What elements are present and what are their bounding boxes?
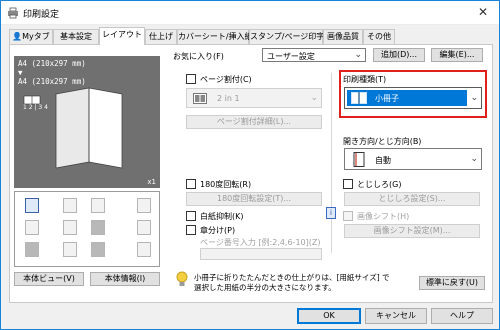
rotate-180-settings-button[interactable]: 180度回転設定(T)... (186, 192, 322, 206)
combination-details-label: ページ割付詳細(L)... (216, 117, 292, 126)
preview-scale: x1 (147, 178, 156, 186)
binding-margin-label: とじしろ(G) (357, 180, 402, 189)
tab-layout[interactable]: レイアウト (99, 27, 145, 45)
device-view-label: 本体ビュー(V) (23, 274, 75, 283)
fold-icon[interactable] (63, 220, 77, 235)
tab-label: Myタブ (22, 32, 50, 41)
edit-favorite-button[interactable]: 編集(E)... (431, 48, 483, 62)
info-icon[interactable]: i (326, 207, 336, 219)
combination-details-button[interactable]: ページ割付詳細(L)... (186, 115, 322, 129)
tab-label: カバーシート/挿入紙 (178, 32, 253, 41)
chapter-page-input[interactable] (200, 248, 322, 260)
page-numbers: 1 2 | 3 4 (23, 104, 48, 111)
cancel-label: キャンセル (376, 311, 416, 320)
image-shift-settings-label: 画像シフト設定(M)... (373, 226, 451, 235)
tab-label: 基本設定 (60, 32, 92, 41)
favorites-dropdown[interactable]: ユーザー設定 ⌄ (262, 48, 366, 62)
chevron-down-icon: ⌄ (470, 154, 478, 164)
tray-icon[interactable] (25, 198, 39, 213)
tab-image-quality[interactable]: 画像品質 (323, 29, 363, 44)
punch-icon[interactable] (25, 220, 39, 235)
page-layout-icon (193, 93, 207, 104)
device-info-label: 本体情報(I) (104, 274, 146, 283)
user-icon: 👤 (12, 32, 23, 41)
staple-icon[interactable] (137, 198, 151, 213)
tab-my-tab[interactable]: 👤Myタブ (9, 29, 53, 44)
binding-direction-value: 自動 (375, 156, 391, 165)
combination-dropdown[interactable]: 2 in 1 ⌄ (186, 88, 322, 108)
tab-label: 仕上げ (149, 32, 173, 41)
favorites-value: ユーザー設定 (267, 52, 315, 61)
binding-direction-dropdown[interactable]: 自動 ⌄ (344, 148, 482, 170)
restore-defaults-button[interactable]: 標準に戻す(U) (419, 276, 485, 290)
device-options-grid (14, 191, 160, 267)
layout-preview: A4 (210x297 mm) ▼ A4 (210x297 mm) 1 2 | … (14, 56, 160, 188)
insert-icon[interactable] (63, 242, 77, 257)
rotate-180-label: 180度回転(R) (200, 180, 252, 189)
booklet-preview-image (23, 87, 123, 169)
binding-margin-checkbox[interactable] (343, 179, 353, 189)
help-button[interactable]: ヘルプ (431, 308, 493, 324)
printer-icon (8, 7, 18, 19)
window-title: 印刷設定 (23, 10, 60, 20)
ok-label: OK (323, 311, 335, 320)
tab-cover-sheet[interactable]: カバーシート/挿入紙 (177, 29, 253, 44)
hint-text-line2: 選択した用紙の半分の大きさになります。 (194, 283, 336, 292)
chevron-down-icon: ⌄ (310, 93, 318, 103)
tab-label: レイアウト (102, 30, 142, 39)
tab-label: 画像品質 (327, 32, 359, 41)
add-favorite-label: 追加(D)... (380, 50, 418, 59)
rotate-180-checkbox[interactable] (186, 179, 196, 189)
rotate-180-settings-label: 180度回転設定(T)... (216, 194, 292, 203)
image-shift-label: 画像シフト(H) (357, 212, 410, 221)
image-shift-checkbox[interactable] (343, 211, 353, 221)
tab-stamp[interactable]: スタンプ/ページ印字 (249, 29, 325, 44)
combination-value: 2 in 1 (217, 94, 240, 103)
duplex-icon[interactable] (63, 198, 77, 213)
output-tray-icon[interactable] (137, 220, 151, 235)
column-divider (331, 73, 332, 253)
cancel-button[interactable]: キャンセル (365, 308, 427, 324)
booklet-icon (351, 92, 367, 104)
add-favorite-button[interactable]: 追加(D)... (373, 48, 425, 62)
help-label: ヘルプ (450, 311, 474, 320)
tab-basic[interactable]: 基本設定 (53, 29, 99, 44)
stack-icon[interactable] (137, 242, 151, 257)
device-view-button[interactable]: 本体ビュー(V) (14, 272, 84, 286)
close-button[interactable]: ✕ (467, 1, 499, 25)
lightbulb-icon (176, 271, 188, 286)
restore-defaults-label: 標準に戻す(U) (425, 278, 479, 287)
print-settings-dialog: 印刷設定 ✕ 👤Myタブ 基本設定 レイアウト 仕上げ カバーシート/挿入紙 ス… (0, 0, 500, 330)
tab-label: スタンプ/ページ印字 (250, 32, 325, 41)
blank-page-label: 白紙抑制(K) (200, 212, 244, 221)
finisher-icon[interactable] (91, 242, 105, 257)
chevron-down-icon: ⌄ (354, 50, 362, 60)
chevron-down-icon: ⌄ (470, 93, 478, 103)
edit-favorite-label: 編集(E)... (439, 50, 475, 59)
title-bar: 印刷設定 ✕ (1, 1, 499, 25)
image-shift-settings-button[interactable]: 画像シフト設定(M)... (344, 224, 480, 238)
favorites-label: お気に入り(F) (173, 52, 224, 61)
chapter-label: 章分け(P) (200, 226, 236, 235)
binding-margin-settings-button[interactable]: とじしろ設定(S)... (344, 192, 480, 206)
print-type-selection: 小冊子 (347, 90, 467, 106)
page-binding-icon (353, 152, 365, 167)
chapter-page-label: ページ番号入力 [例:2,4,6-10](Z) (200, 238, 321, 247)
ok-button[interactable]: OK (297, 308, 361, 324)
combination-checkbox[interactable] (186, 74, 196, 84)
binding-margin-settings-label: とじしろ設定(S)... (378, 194, 446, 203)
tab-finishing[interactable]: 仕上げ (145, 29, 177, 44)
copy-icon[interactable] (91, 198, 105, 213)
device-info-button[interactable]: 本体情報(I) (90, 272, 160, 286)
combination-label: ページ割付(C) (200, 75, 252, 84)
print-type-dropdown[interactable]: 小冊子 ⌄ (344, 87, 482, 109)
print-type-value: 小冊子 (375, 94, 399, 103)
cover-icon[interactable] (25, 242, 39, 257)
tab-label: その他 (367, 32, 391, 41)
blank-page-checkbox[interactable] (186, 211, 196, 221)
booklet-icon[interactable] (91, 220, 105, 235)
tab-other[interactable]: その他 (363, 29, 395, 44)
binding-direction-label: 開き方向/とじ方向(B) (343, 137, 422, 146)
chapter-checkbox[interactable] (186, 225, 196, 235)
